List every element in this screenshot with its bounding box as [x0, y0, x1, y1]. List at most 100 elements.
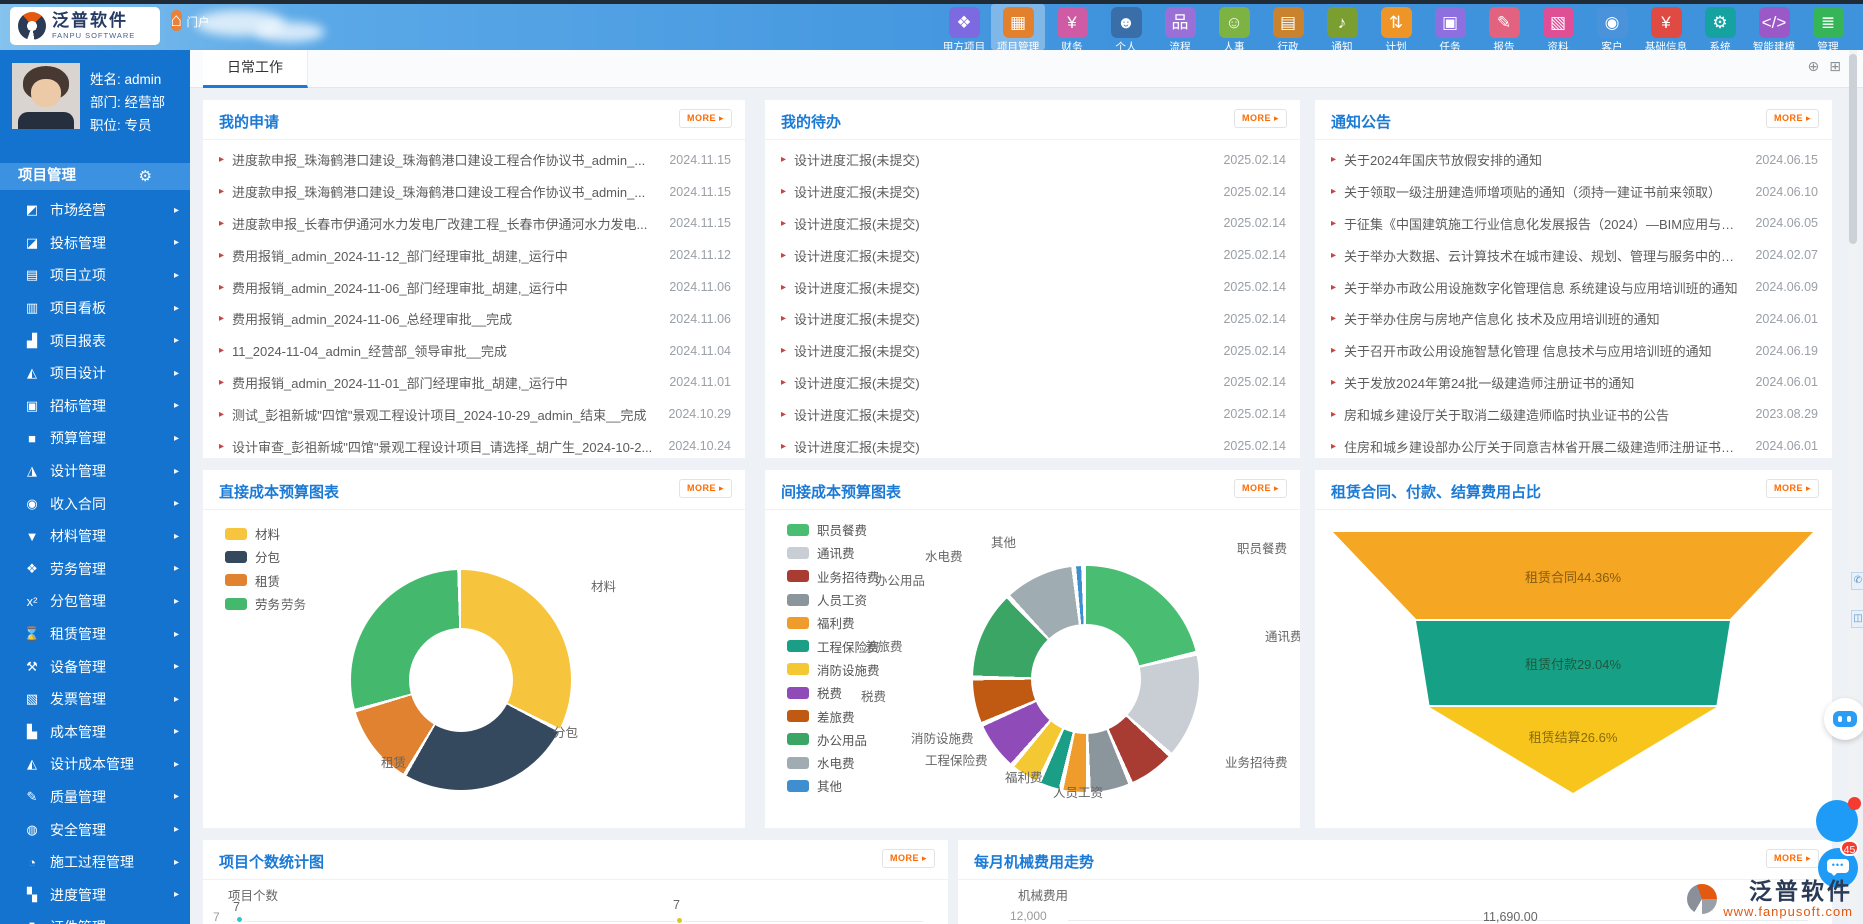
topnav-item[interactable]: ▧资料 [1531, 4, 1585, 50]
scrollbar[interactable] [1849, 50, 1857, 924]
sidebar-item[interactable]: ▙成本管理▸ [0, 716, 190, 749]
topnav-item[interactable]: ☺人事 [1207, 4, 1261, 50]
list-item[interactable]: ▸关于召开市政公用设施智慧化管理 信息技术与应用培训班的通知2024.06.19 [1315, 335, 1832, 367]
sidebar-item[interactable]: ❖劳务管理▸ [0, 553, 190, 586]
more-button[interactable]: MORE ▸ [1766, 849, 1819, 868]
sidebar-item[interactable]: ⚒设备管理▸ [0, 650, 190, 683]
sidebar-item[interactable]: ◩市场经营▸ [0, 194, 190, 227]
list-item[interactable]: ▸费用报销_admin_2024-11-12_部门经理审批_胡建,_运行中202… [203, 239, 745, 271]
sidebar-item[interactable]: ▚进度管理▸ [0, 878, 190, 911]
sidebar-item[interactable]: ▧发票管理▸ [0, 683, 190, 716]
topnav-item[interactable]: ≣管理 [1801, 4, 1855, 50]
scrollbar-thumb[interactable] [1849, 54, 1857, 244]
sidebar-item[interactable]: ▣招标管理▸ [0, 390, 190, 423]
list-item[interactable]: ▸设计进度汇报(未提交)2025.02.14 [765, 144, 1300, 176]
legend-item[interactable]: 消防设施费 [787, 658, 880, 681]
list-item[interactable]: ▸11_2024-11-04_admin_经营部_领导审批__完成2024.11… [203, 335, 745, 367]
topnav-item[interactable]: ▦项目管理 [991, 4, 1045, 50]
topnav-item[interactable]: ▣任务 [1423, 4, 1477, 50]
list-item[interactable]: ▸于征集《中国建筑施工行业信息化发展报告（2024）—BIM应用与发展》材料..… [1315, 208, 1832, 240]
portal-button[interactable]: ⌂ 门户 [168, 6, 212, 36]
more-button[interactable]: MORE ▸ [1766, 109, 1819, 128]
list-item[interactable]: ▸设计审查_彭祖新城"四馆"景观工程设计项目_请选择_胡广生_2024-10-2… [203, 430, 745, 458]
sidebar-item[interactable]: ◉收入合同▸ [0, 487, 190, 520]
sidebar-item[interactable]: ▤项目立项▸ [0, 259, 190, 292]
topnav-item[interactable]: 品流程 [1153, 4, 1207, 50]
topnav-item[interactable]: ◉客户 [1585, 4, 1639, 50]
sidebar-section-project-management[interactable]: 项目管理 ⚙ [0, 163, 190, 190]
list-item[interactable]: ▸设计进度汇报(未提交)2025.02.14 [765, 335, 1300, 367]
more-button[interactable]: MORE ▸ [679, 109, 732, 128]
legend-item[interactable]: 水电费 [787, 751, 880, 774]
gear-icon[interactable]: ⚙ [139, 163, 152, 190]
avatar[interactable] [12, 63, 80, 129]
list-item[interactable]: ▸设计进度汇报(未提交)2025.02.14 [765, 398, 1300, 430]
sidebar-item[interactable]: ⌛租赁管理▸ [0, 618, 190, 651]
topnav-item[interactable]: ♪通知 [1315, 4, 1369, 50]
list-item[interactable]: ▸测试_彭祖新城"四馆"景观工程设计项目_2024-10-29_admin_结束… [203, 398, 745, 430]
edge-panel-icon[interactable]: ◫ [1851, 610, 1863, 628]
topnav-item[interactable]: ⚙系统 [1693, 4, 1747, 50]
topnav-item[interactable]: </>智能建模 [1747, 4, 1801, 50]
sidebar-item[interactable]: ■预算管理▸ [0, 422, 190, 455]
legend-item[interactable]: 职员餐费 [787, 518, 880, 541]
legend-item[interactable]: 办公用品 [787, 728, 880, 751]
legend-item[interactable]: 人员工资 [787, 588, 880, 611]
list-item[interactable]: ▸设计进度汇报(未提交)2025.02.14 [765, 271, 1300, 303]
sidebar-item[interactable]: ◮设计管理▸ [0, 455, 190, 488]
sidebar-item[interactable]: ▮证件管理▸ [0, 911, 190, 924]
key-icon[interactable]: ⊕ [1808, 58, 1820, 75]
sidebar-item[interactable]: ▥项目看板▸ [0, 292, 190, 325]
legend-item[interactable]: 差旅费 [787, 704, 880, 727]
more-button[interactable]: MORE ▸ [882, 849, 935, 868]
list-item[interactable]: ▸关于2024年国庆节放假安排的通知2024.06.15 [1315, 144, 1832, 176]
topnav-item[interactable]: ☻个人 [1099, 4, 1153, 50]
topnav-item[interactable]: ⇅计划 [1369, 4, 1423, 50]
list-item[interactable]: ▸进度款申报_长春市伊通河水力发电厂改建工程_长春市伊通河水力发电...2024… [203, 208, 745, 240]
list-item[interactable]: ▸关于领取一级注册建造师增项贴的通知（须持一建证书前来领取）2024.06.10 [1315, 176, 1832, 208]
sidebar-item[interactable]: ▼材料管理▸ [0, 520, 190, 553]
sidebar-item[interactable]: x²分包管理▸ [0, 585, 190, 618]
legend-item[interactable]: 其他 [787, 774, 880, 797]
sidebar-item[interactable]: ◭项目设计▸ [0, 357, 190, 390]
list-item[interactable]: ▸设计进度汇报(未提交)2025.02.14 [765, 303, 1300, 335]
topnav-item[interactable]: ¥基础信息 [1639, 4, 1693, 50]
legend-item[interactable]: 业务招待费 [787, 565, 880, 588]
sidebar-item[interactable]: ◍安全管理▸ [0, 813, 190, 846]
list-item[interactable]: ▸设计进度汇报(未提交)2025.02.14 [765, 239, 1300, 271]
expand-icon[interactable]: ⊞ [1829, 58, 1841, 75]
data-point[interactable] [235, 915, 244, 924]
topnav-item[interactable]: ▤行政 [1261, 4, 1315, 50]
list-item[interactable]: ▸费用报销_admin_2024-11-01_部门经理审批_胡建,_运行中202… [203, 367, 745, 399]
topnav-item[interactable]: ❖甲方项目 [937, 4, 991, 50]
data-point[interactable] [675, 916, 684, 924]
more-button[interactable]: MORE ▸ [1766, 479, 1819, 498]
more-button[interactable]: MORE ▸ [679, 479, 732, 498]
legend-item[interactable]: 租赁 [225, 569, 280, 592]
sidebar-item[interactable]: ◪投标管理▸ [0, 227, 190, 260]
legend-item[interactable]: 通讯费 [787, 541, 880, 564]
brand-logo[interactable]: 泛普软件 FANPU SOFTWARE [10, 7, 160, 45]
legend-item[interactable]: 劳务 [225, 592, 280, 615]
tab-daily-work[interactable]: 日常工作 [203, 50, 308, 88]
list-item[interactable]: ▸关于举办住房与房地产信息化 技术及应用培训班的通知2024.06.01 [1315, 303, 1832, 335]
funnel-stage[interactable] [1333, 707, 1813, 793]
topnav-item[interactable]: ¥财务 [1045, 4, 1099, 50]
list-item[interactable]: ▸房和城乡建设厅关于取消二级建造师临时执业证书的公告2023.08.29 [1315, 398, 1832, 430]
list-item[interactable]: ▸设计进度汇报(未提交)2025.02.14 [765, 208, 1300, 240]
sidebar-item[interactable]: ◔施工过程管理▸ [0, 846, 190, 879]
list-item[interactable]: ▸设计进度汇报(未提交)2025.02.14 [765, 176, 1300, 208]
sidebar-item[interactable]: ◭设计成本管理▸ [0, 748, 190, 781]
legend-item[interactable]: 材料 [225, 522, 280, 545]
legend-item[interactable]: 福利费 [787, 611, 880, 634]
legend-item[interactable]: 分包 [225, 545, 280, 568]
more-button[interactable]: MORE ▸ [1234, 479, 1287, 498]
list-item[interactable]: ▸费用报销_admin_2024-11-06_总经理审批__完成2024.11.… [203, 303, 745, 335]
list-item[interactable]: ▸关于发放2024年第24批一级建造师注册证书的通知2024.06.01 [1315, 367, 1832, 399]
list-item[interactable]: ▸关于举办大数据、云计算技术在城市建设、规划、管理与服务中的应用培训班...20… [1315, 239, 1832, 271]
edge-phone-icon[interactable]: ✆ [1851, 572, 1863, 590]
list-item[interactable]: ▸关于举办市政公用设施数字化管理信息 系统建设与应用培训班的通知2024.06.… [1315, 271, 1832, 303]
sidebar-item[interactable]: ▟项目报表▸ [0, 324, 190, 357]
topnav-item[interactable]: ✎报告 [1477, 4, 1531, 50]
list-item[interactable]: ▸费用报销_admin_2024-11-06_部门经理审批_胡建,_运行中202… [203, 271, 745, 303]
